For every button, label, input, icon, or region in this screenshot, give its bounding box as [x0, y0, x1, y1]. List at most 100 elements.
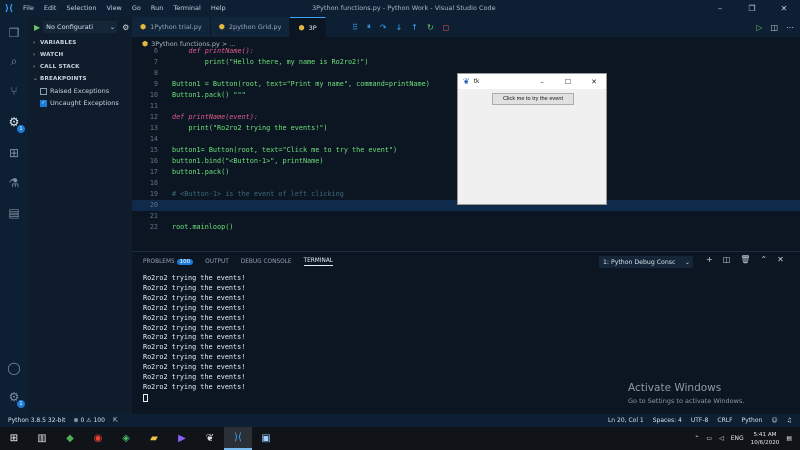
python-interpreter[interactable]: Python 3.8.5 32-bit: [8, 417, 66, 424]
tk-maximize-icon[interactable]: ☐: [557, 74, 579, 89]
menu-view[interactable]: View: [101, 0, 126, 17]
terminal-output[interactable]: Ro2ro2 trying the events! Ro2ro2 trying t…: [143, 274, 245, 406]
run-debug-icon[interactable]: ⚙ 1: [6, 114, 25, 133]
store-icon[interactable]: ◆: [56, 427, 84, 450]
menu-edit[interactable]: Edit: [39, 0, 62, 17]
step-out-icon[interactable]: ↑: [411, 23, 418, 32]
code-line[interactable]: 22 root.mainloop(): [132, 222, 800, 233]
menu-go[interactable]: Go: [127, 0, 146, 17]
checkbox-uncaught-exceptions[interactable]: ✓: [40, 99, 47, 107]
photos-icon[interactable]: ▣: [252, 427, 280, 450]
title-bar: ⟩⟨ File Edit Selection View Go Run Terminal Hel…: [0, 0, 800, 17]
drag-handle-icon[interactable]: ⠿: [352, 23, 358, 32]
stop-icon[interactable]: ◻: [443, 23, 450, 32]
encoding[interactable]: UTF-8: [691, 417, 709, 424]
tk-minimize-icon[interactable]: –: [531, 74, 553, 89]
pause-icon[interactable]: ⏸: [367, 22, 371, 32]
maximize-panel-icon[interactable]: ⌃: [760, 255, 767, 264]
line-number: 6: [153, 47, 158, 55]
checkbox-raised-exceptions[interactable]: [40, 87, 47, 95]
language-mode[interactable]: Python: [742, 417, 763, 424]
terminal-line: Ro2ro2 trying the events!: [143, 323, 246, 332]
tab-debug-console[interactable]: DEBUG CONSOLE: [241, 259, 292, 265]
tab-3python-functions[interactable]: ⬢ 3P: [290, 17, 326, 37]
minimize-icon[interactable]: –: [704, 0, 736, 17]
cursor-position[interactable]: Ln 20, Col 1: [608, 417, 644, 424]
run-config-select[interactable]: No Configurati ⌄: [43, 21, 118, 33]
action-center-icon[interactable]: ▤: [786, 435, 792, 442]
step-over-icon[interactable]: ↷: [380, 23, 387, 32]
start-debugging-icon[interactable]: ▶: [34, 23, 40, 32]
breakpoint-uncaught-exceptions[interactable]: ✓ Uncaught Exceptions: [28, 97, 132, 109]
section-variables[interactable]: › VARIABLES: [28, 37, 132, 49]
source-control-icon[interactable]: ⑂: [6, 83, 22, 99]
account-icon[interactable]: ◯: [6, 360, 22, 376]
code-text: button1= Button(root, text="Click me to …: [172, 146, 398, 154]
media-app-icon[interactable]: ▶: [168, 427, 196, 450]
tab-1python-trial[interactable]: ⬢ 1Python trial.py: [132, 17, 211, 37]
split-terminal-icon[interactable]: ◫: [723, 255, 731, 264]
chrome-icon[interactable]: ◉: [84, 427, 112, 450]
volume-icon[interactable]: ◁: [719, 435, 724, 442]
section-breakpoints[interactable]: ⌄ BREAKPOINTS: [28, 73, 132, 85]
section-watch[interactable]: › WATCH: [28, 49, 132, 61]
terminal-line: Ro2ro2 trying the events!: [143, 373, 246, 382]
problems-status[interactable]: ⊗ 0 ⚠ 100: [74, 417, 105, 424]
line-number: 16: [149, 157, 158, 165]
menu-run[interactable]: Run: [146, 0, 168, 17]
chevron-down-icon: ⌄: [684, 258, 690, 266]
activate-windows-watermark: Activate Windows Go to Settings to activ…: [628, 382, 745, 405]
tk-close-icon[interactable]: ✕: [583, 74, 605, 89]
app-icon[interactable]: ◈: [112, 427, 140, 450]
notifications-icon[interactable]: ♫: [787, 417, 792, 424]
chevron-down-icon: ⌄: [109, 23, 116, 31]
windows-start-icon[interactable]: ⊞: [0, 427, 28, 450]
menu-file[interactable]: File: [18, 0, 39, 17]
end-of-line[interactable]: CRLF: [717, 417, 732, 424]
manage-gear-icon[interactable]: ⚙ 1: [6, 389, 25, 408]
extensions-icon[interactable]: ⊞: [6, 145, 22, 161]
remote-explorer-icon[interactable]: ▤: [6, 205, 22, 221]
feedback-icon[interactable]: ☺: [771, 417, 777, 424]
explorer-icon[interactable]: ❐: [6, 25, 22, 41]
testing-icon[interactable]: ⚗: [6, 175, 22, 191]
indentation[interactable]: Spaces: 4: [653, 417, 682, 424]
step-into-icon[interactable]: ↓: [396, 23, 403, 32]
network-icon[interactable]: ▭: [706, 435, 712, 442]
search-icon[interactable]: ⌕: [6, 53, 22, 69]
code-line[interactable]: 6 def printName():: [132, 46, 800, 57]
file-explorer-icon[interactable]: ▰: [140, 427, 168, 450]
code-line[interactable]: 21: [132, 211, 800, 222]
menu-terminal[interactable]: Terminal: [168, 0, 205, 17]
code-line[interactable]: 7 print("Hello there, my name is Ro2ro2!…: [132, 57, 800, 68]
close-panel-icon[interactable]: ✕: [777, 255, 784, 264]
vscode-taskbar-icon[interactable]: ⟩⟨: [224, 427, 252, 450]
close-icon[interactable]: ✕: [768, 0, 800, 17]
tk-window: ❦ tk – ☐ ✕ Click me to try the event: [457, 73, 607, 205]
task-view-icon[interactable]: ▥: [28, 427, 56, 450]
tab-output[interactable]: OUTPUT: [205, 259, 229, 265]
run-file-icon[interactable]: ▷: [756, 23, 762, 32]
language-indicator[interactable]: ENG: [731, 435, 744, 442]
clock[interactable]: 5:41 AM 10/6/2020: [751, 431, 780, 447]
split-editor-icon[interactable]: ◫: [770, 23, 778, 32]
live-share-icon[interactable]: ⇱: [113, 417, 118, 424]
tkinter-app-icon[interactable]: ❦: [196, 427, 224, 450]
tab-2python-grid[interactable]: ⬢ 2python Grid.py: [210, 17, 291, 37]
section-call-stack[interactable]: › CALL STACK: [28, 61, 132, 73]
tab-terminal[interactable]: TERMINAL: [303, 258, 334, 266]
menu-help[interactable]: Help: [206, 0, 231, 17]
tray-chevron-up-icon[interactable]: ⌃: [694, 435, 699, 442]
trash-icon[interactable]: 🗑: [740, 255, 750, 264]
open-launch-gear-icon[interactable]: ⚙: [122, 23, 129, 32]
maximize-icon[interactable]: ❐: [736, 0, 768, 17]
menu-selection[interactable]: Selection: [61, 0, 101, 17]
code-text: Button1 = Button(root, text="Print my na…: [172, 80, 430, 88]
more-actions-icon[interactable]: ⋯: [786, 23, 794, 32]
new-terminal-icon[interactable]: +: [706, 255, 713, 264]
click-me-button[interactable]: Click me to try the event: [492, 93, 574, 105]
breakpoint-raised-exceptions[interactable]: Raised Exceptions: [28, 85, 132, 97]
restart-icon[interactable]: ↻: [427, 23, 434, 32]
tab-problems[interactable]: PROBLEMS 100: [143, 258, 194, 265]
terminal-select[interactable]: 1: Python Debug Consc ⌄: [599, 256, 693, 268]
